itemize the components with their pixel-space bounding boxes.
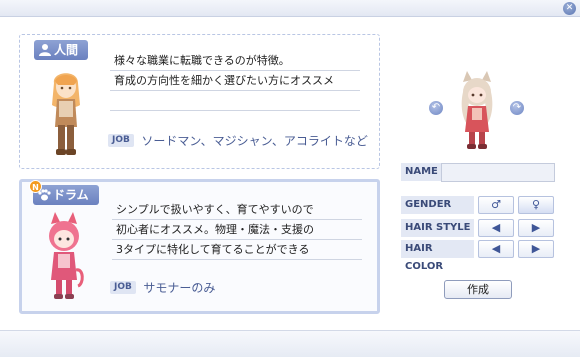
paw-icon <box>38 189 51 201</box>
name-input[interactable] <box>441 163 555 182</box>
human-character-portrait <box>52 73 80 155</box>
description-line: 初心者にオススメ。物理・魔法・支援の <box>112 220 362 240</box>
description-line: シンプルで扱いやすく、育てやすいので <box>112 200 362 220</box>
job-list: ソードマン、マジシャン、アコライトなど <box>141 134 368 148</box>
job-tag: JOB <box>110 281 136 294</box>
rotate-left-icon[interactable]: ↶ <box>428 100 444 116</box>
character-preview <box>461 71 493 149</box>
job-tag: JOB <box>108 134 134 147</box>
job-list: サモナーのみ <box>143 281 216 295</box>
rotate-right-icon[interactable]: ↷ <box>509 100 525 116</box>
race-panel-doram[interactable]: N ドラム シンプルで扱いやすく、育てやすいので 初心者にオススメ。物理・魔法・… <box>19 179 380 314</box>
race-description-human: 様々な職業に転職できるのが特徴。 育成の方向性を細かく選びたい方にオススメ <box>110 51 360 111</box>
gender-male-button[interactable]: ♂ <box>478 196 514 214</box>
gender-label: GENDER <box>401 196 474 214</box>
hair-style-prev-button[interactable]: ◀ <box>478 219 514 237</box>
race-description-doram: シンプルで扱いやすく、育てやすいので 初心者にオススメ。物理・魔法・支援の 3タ… <box>112 200 362 260</box>
race-label-human: 人間 <box>34 40 89 60</box>
create-button[interactable]: 作成 <box>444 280 512 299</box>
window-bottombar <box>0 330 580 357</box>
job-row-doram: JOB サモナーのみ <box>110 279 215 295</box>
race-name: 人間 <box>54 43 79 57</box>
person-icon <box>39 44 51 56</box>
description-line <box>110 91 360 111</box>
race-name: ドラム <box>53 188 89 202</box>
description-line: 育成の方向性を細かく選びたい方にオススメ <box>110 71 360 91</box>
window-titlebar: ✕ <box>0 0 580 17</box>
hair-style-label: HAIR STYLE <box>401 219 474 237</box>
description-line: 様々な職業に転職できるのが特徴。 <box>110 51 360 71</box>
hair-color-next-button[interactable]: ▶ <box>518 240 554 258</box>
hair-color-label: HAIR COLOR <box>401 240 474 272</box>
hair-style-next-button[interactable]: ▶ <box>518 219 554 237</box>
hair-color-prev-button[interactable]: ◀ <box>478 240 514 258</box>
doram-character-portrait <box>49 212 84 299</box>
race-panel-human[interactable]: 人間 様々な職業に転職できるのが特徴。 育成の方向性を細かく選びたい方にオススメ… <box>19 34 380 169</box>
race-label-doram: N ドラム <box>29 180 99 205</box>
close-icon[interactable]: ✕ <box>563 2 576 15</box>
job-row-human: JOB ソードマン、マジシャン、アコライトなど <box>108 132 368 148</box>
gender-female-button[interactable]: ♀ <box>518 196 554 214</box>
description-line: 3タイプに特化して育てることができる <box>112 240 362 260</box>
